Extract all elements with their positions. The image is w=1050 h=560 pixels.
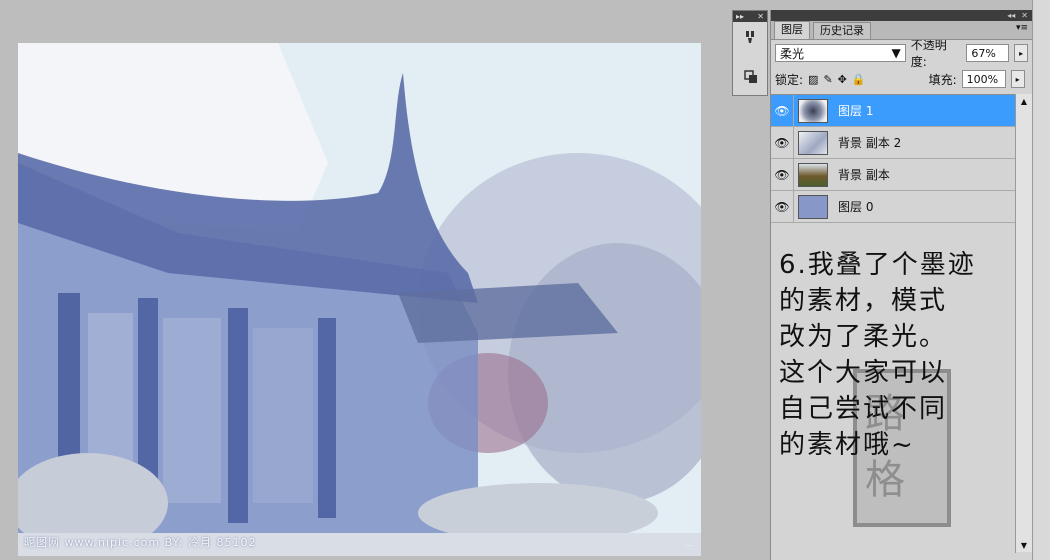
tab-history[interactable]: 历史记录 bbox=[813, 22, 871, 39]
scroll-down-icon[interactable]: ▼ bbox=[1016, 538, 1032, 552]
blend-mode-select[interactable]: 柔光 ▼ bbox=[775, 44, 906, 62]
window-edge bbox=[1032, 0, 1050, 560]
lock-all-icon[interactable]: 🔒 bbox=[852, 73, 866, 86]
layer-thumbnail bbox=[798, 162, 828, 187]
eye-icon[interactable]: 👁 bbox=[771, 95, 794, 126]
note-line: 的素材，模式 bbox=[779, 286, 948, 316]
note-line: 6.我叠了个墨迹 bbox=[779, 250, 976, 280]
collapsed-panel-dock: ▸▸ ✕ bbox=[732, 10, 768, 96]
tutorial-note: 6.我叠了个墨迹 的素材，模式 改为了柔光。 这个大家可以 自己尝试不同 的素材… bbox=[779, 247, 1014, 463]
layers-list: 👁 图层 1 👁 背景 副本 2 👁 背景 副本 👁 图层 0 路 格 6.我叠… bbox=[771, 94, 1016, 553]
layer-row[interactable]: 👁 背景 副本 bbox=[771, 159, 1015, 191]
layer-row[interactable]: 👁 图层 1 bbox=[771, 95, 1015, 127]
lock-label: 锁定: bbox=[775, 72, 804, 87]
fill-slider-button[interactable]: ▸ bbox=[1010, 70, 1025, 88]
canvas-watermark: 昵图网 www.nipic.com BY: 冷月 85102 bbox=[24, 536, 257, 549]
layer-row[interactable]: 👁 图层 0 bbox=[771, 191, 1015, 223]
layer-row[interactable]: 👁 背景 副本 2 bbox=[771, 127, 1015, 159]
panel-menu-icon[interactable]: ▾≡ bbox=[1016, 23, 1028, 33]
tab-layers[interactable]: 图层 bbox=[774, 21, 810, 39]
artwork bbox=[18, 43, 701, 556]
collapse-panel-icon[interactable]: ◂◂ bbox=[1007, 11, 1015, 20]
panel-tabs: 图层 历史记录 ▾≡ bbox=[771, 21, 1032, 40]
note-line: 自己尝试不同 bbox=[779, 394, 948, 424]
eye-icon[interactable]: 👁 bbox=[771, 159, 794, 190]
panel-titlebar: ◂◂ ✕ bbox=[771, 10, 1032, 21]
layer-name: 背景 副本 2 bbox=[838, 136, 902, 150]
layer-name: 图层 0 bbox=[838, 200, 874, 214]
fill-label: 填充: bbox=[928, 72, 957, 87]
chevron-down-icon: ▼ bbox=[891, 46, 901, 60]
note-line: 改为了柔光。 bbox=[779, 322, 948, 352]
layer-name: 背景 副本 bbox=[838, 168, 890, 182]
lock-row: 锁定: ▨ ✎ ✥ 🔒 填充: 100% ▸ bbox=[771, 66, 1032, 92]
clone-source-icon[interactable] bbox=[741, 67, 761, 87]
opacity-field[interactable]: 67% bbox=[966, 44, 1010, 62]
blend-row: 柔光 ▼ 不透明度: 67% ▸ bbox=[771, 38, 1032, 69]
lock-paint-icon[interactable]: ✎ bbox=[823, 73, 832, 86]
note-line: 的素材哦~ bbox=[779, 430, 915, 460]
lock-position-icon[interactable]: ✥ bbox=[838, 73, 847, 86]
canvas-watermark-small: ... bbox=[685, 539, 693, 548]
lock-transparent-icon[interactable]: ▨ bbox=[808, 73, 818, 86]
note-line: 这个大家可以 bbox=[779, 358, 948, 388]
close-panel-icon[interactable]: ✕ bbox=[757, 12, 764, 21]
expand-panel-icon[interactable]: ▸▸ bbox=[736, 12, 744, 21]
eye-icon[interactable]: 👁 bbox=[771, 127, 794, 158]
layers-scrollbar[interactable]: ▲ ▼ bbox=[1015, 94, 1032, 552]
eye-icon[interactable]: 👁 bbox=[771, 191, 794, 222]
layer-thumbnail bbox=[798, 98, 828, 123]
layers-panel: ◂◂ ✕ 图层 历史记录 ▾≡ 柔光 ▼ 不透明度: 67% ▸ 锁定: ▨ ✎… bbox=[770, 10, 1032, 560]
document-canvas[interactable]: 昵图网 www.nipic.com BY: 冷月 85102 ... bbox=[18, 43, 701, 556]
fill-field[interactable]: 100% bbox=[961, 70, 1006, 88]
layer-thumbnail bbox=[798, 130, 828, 155]
opacity-slider-button[interactable]: ▸ bbox=[1014, 44, 1028, 62]
layer-name: 图层 1 bbox=[838, 104, 874, 118]
opacity-label: 不透明度: bbox=[910, 38, 947, 69]
scroll-up-icon[interactable]: ▲ bbox=[1016, 94, 1032, 108]
mini-panel-header: ▸▸ ✕ bbox=[733, 11, 767, 22]
lock-icons: ▨ ✎ ✥ 🔒 bbox=[808, 73, 866, 86]
brush-presets-icon[interactable] bbox=[741, 27, 761, 47]
blend-mode-value: 柔光 bbox=[780, 46, 805, 61]
layer-thumbnail bbox=[798, 194, 828, 219]
close-panel-icon[interactable]: ✕ bbox=[1021, 11, 1028, 20]
